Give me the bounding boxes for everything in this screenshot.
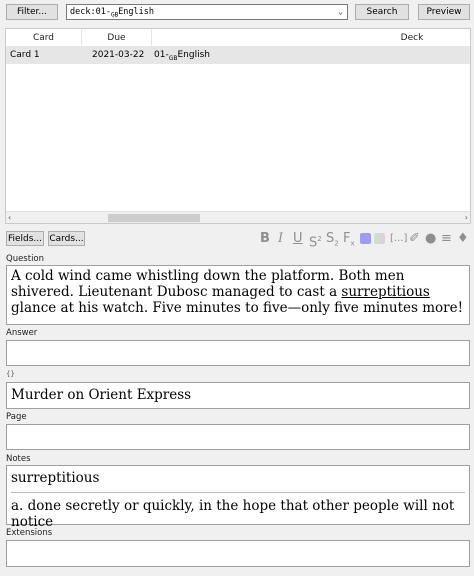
source-label: {} [6, 370, 15, 378]
query-suffix: English [118, 7, 155, 17]
column-header-deck[interactable]: Deck [152, 29, 472, 47]
bold-icon[interactable]: B [260, 230, 270, 248]
notes-divider [11, 492, 465, 493]
notes-definition: a. done secretly or quickly, in the hope… [11, 498, 455, 530]
page-label: Page [6, 412, 27, 422]
page-field[interactable] [6, 424, 470, 450]
deck-suffix: English [177, 50, 210, 60]
fields-button[interactable]: Fields... [6, 231, 44, 246]
table-row[interactable]: Card 1 2021-03-22 01-GBEnglish [6, 47, 470, 64]
chevron-down-icon[interactable]: ⌄ [338, 5, 343, 19]
highlight-icon[interactable] [374, 233, 385, 244]
clear-format-icon[interactable]: Fx [343, 230, 355, 253]
question-underlined: surreptitious [341, 284, 430, 300]
extensions-label: Extensions [6, 528, 53, 538]
answer-field[interactable] [6, 340, 470, 366]
column-header-due[interactable]: Due [82, 29, 152, 47]
subscript-icon[interactable]: S2 [326, 230, 339, 253]
cell-deck: 01-GBEnglish [154, 47, 454, 64]
italic-icon[interactable]: I [278, 230, 283, 248]
cell-card: Card 1 [10, 50, 40, 60]
query-prefix: deck:01- [70, 7, 111, 17]
search-query-combo[interactable]: deck:01-GBEnglish ⌄ [66, 4, 348, 20]
answer-label: Answer [6, 328, 38, 338]
question-label: Question [6, 254, 45, 264]
superscript-icon[interactable]: S2 [309, 230, 322, 252]
card-table[interactable]: Card Due Deck Card 1 2021-03-22 01-GBEng… [5, 28, 471, 224]
underline-icon[interactable]: U [293, 230, 303, 248]
cell-due: 2021-03-22 [92, 50, 145, 60]
column-header-card[interactable]: Card [6, 29, 82, 47]
table-header: Card Due Deck [6, 29, 470, 47]
notes-field[interactable]: surreptitious a. done secretly or quickl… [6, 465, 470, 530]
cards-button[interactable]: Cards... [48, 231, 85, 246]
tag-icon[interactable]: ♦ [457, 230, 469, 248]
notes-word: surreptitious [11, 470, 100, 486]
attach-icon[interactable]: ✐ [409, 230, 420, 248]
scroll-left-icon[interactable]: ‹ [8, 212, 11, 224]
source-field[interactable]: Murder on Orient Express [6, 382, 470, 409]
scrollbar-thumb[interactable] [108, 214, 200, 222]
search-button[interactable]: Search [355, 4, 409, 20]
cloze-icon[interactable]: [...] [390, 230, 407, 248]
scroll-right-icon[interactable]: › [465, 212, 468, 224]
record-icon[interactable]: ● [425, 230, 436, 248]
preview-button[interactable]: Preview [418, 4, 470, 20]
text-color-icon[interactable] [360, 233, 371, 244]
more-icon[interactable]: ≡ [441, 230, 452, 248]
question-text-2: glance at his watch. Five minutes to fiv… [11, 300, 464, 316]
question-field[interactable]: A cold wind came whistling down the plat… [6, 265, 470, 325]
notes-label: Notes [6, 454, 31, 464]
filter-button[interactable]: Filter... [6, 4, 58, 20]
deck-prefix: 01- [154, 50, 169, 60]
horizontal-scrollbar[interactable]: ‹ › [6, 211, 470, 223]
extensions-field[interactable] [6, 540, 470, 567]
